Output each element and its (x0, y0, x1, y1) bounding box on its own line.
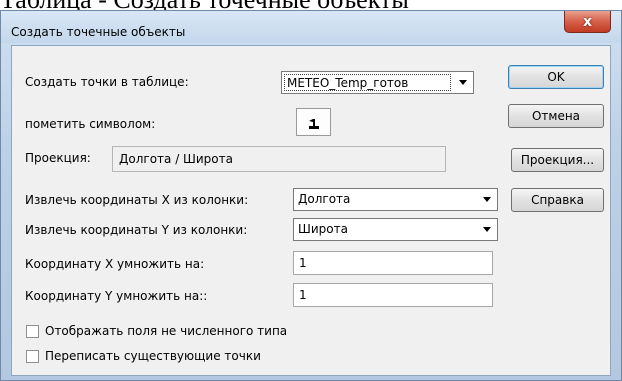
table-select[interactable]: METEO_Temp_готов (281, 71, 474, 94)
y-column-label: Извлечь координаты Y из колонки: (25, 223, 248, 237)
chevron-down-icon (459, 80, 467, 85)
y-multiply-label: Координату Y умножить на:: (25, 289, 208, 303)
overwrite-points-label: Переписать существующие точки (45, 349, 261, 363)
x-multiply-input[interactable]: 1 (293, 251, 493, 275)
symbol-label: пометить символом: (25, 117, 156, 131)
chevron-down-icon (483, 227, 491, 232)
dialog-window: Создать точечные объекты x Создать точки… (0, 10, 622, 381)
symbol-button[interactable] (296, 108, 331, 136)
projection-button[interactable]: Проекция... (511, 148, 604, 172)
nonnumeric-fields-label: Отображать поля не численного типа (45, 324, 288, 338)
y-column-value: Широта (298, 222, 348, 236)
table-label: Создать точки в таблице: (25, 75, 189, 89)
point-symbol-icon (309, 119, 319, 129)
nonnumeric-fields-checkbox[interactable] (26, 325, 39, 338)
ok-button[interactable]: OK (508, 65, 604, 89)
dialog-client-area: Создать точки в таблице: METEO_Temp_гото… (11, 45, 611, 376)
chevron-down-icon (483, 197, 491, 202)
title-bar: Создать точечные объекты x (1, 11, 621, 43)
x-column-select[interactable]: Долгота (293, 188, 498, 211)
x-multiply-label: Координату X умножить на: (25, 257, 205, 271)
dialog-title: Создать точечные объекты (11, 25, 186, 39)
projection-field: Долгота / Широта (112, 146, 446, 172)
help-button[interactable]: Справка (511, 188, 604, 212)
cancel-button[interactable]: Отмена (508, 104, 604, 128)
close-button[interactable]: x (564, 11, 611, 33)
overwrite-points-checkbox[interactable] (26, 350, 39, 363)
table-select-value: METEO_Temp_готов (284, 74, 451, 91)
projection-label: Проекция: (25, 151, 91, 165)
x-column-label: Извлечь координаты X из колонки: (25, 193, 249, 207)
y-multiply-input[interactable]: 1 (293, 283, 493, 307)
x-column-value: Долгота (298, 192, 351, 206)
y-column-select[interactable]: Широта (293, 218, 498, 241)
close-icon: x (582, 13, 593, 30)
